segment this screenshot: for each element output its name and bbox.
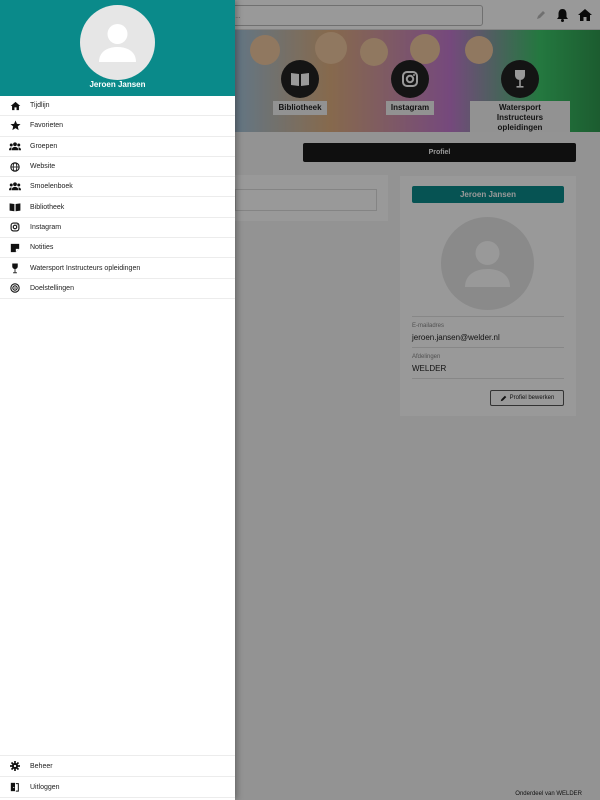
menu-item-notities[interactable]: Notities [0, 238, 235, 259]
home-icon [9, 100, 21, 112]
menu-item-uitloggen[interactable]: Uitloggen [0, 777, 235, 798]
drawer-menu: Tijdlijn Favorieten Groepen Website Smoe… [0, 96, 235, 299]
book-icon [9, 201, 21, 213]
side-drawer: Jeroen Jansen Tijdlijn Favorieten Groepe… [0, 0, 235, 800]
menu-item-instagram[interactable]: Instagram [0, 218, 235, 239]
menu-item-favorieten[interactable]: Favorieten [0, 116, 235, 137]
logout-icon [9, 781, 21, 793]
drawer-bottom-menu: Beheer Uitloggen [0, 755, 235, 798]
instagram-icon [9, 221, 21, 233]
menu-item-doelstellingen[interactable]: Doelstellingen [0, 279, 235, 299]
star-icon [9, 120, 21, 132]
avatar[interactable] [80, 5, 155, 80]
menu-item-bibliotheek[interactable]: Bibliotheek [0, 197, 235, 218]
globe-icon [9, 161, 21, 173]
note-icon [9, 242, 21, 254]
drawer-user-name: Jeroen Jansen [89, 80, 146, 89]
wine-glass-icon [9, 262, 21, 274]
menu-item-tijdlijn[interactable]: Tijdlijn [0, 96, 235, 117]
menu-item-groepen[interactable]: Groepen [0, 137, 235, 157]
gear-icon [9, 760, 21, 772]
target-icon [9, 282, 21, 294]
users-icon [9, 140, 21, 152]
menu-item-watersport[interactable]: Watersport Instructeurs opleidingen [0, 258, 235, 279]
drawer-header: Jeroen Jansen [0, 0, 235, 96]
menu-item-beheer[interactable]: Beheer [0, 756, 235, 777]
menu-item-smoelenboek[interactable]: Smoelenboek [0, 177, 235, 198]
users-icon [9, 181, 21, 193]
menu-item-website[interactable]: Website [0, 157, 235, 178]
